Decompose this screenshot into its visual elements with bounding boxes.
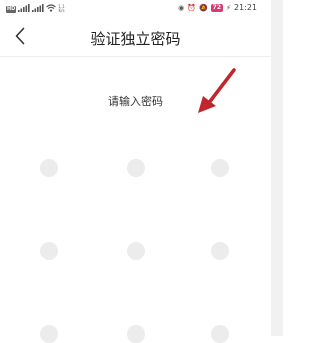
page-title: 验证独立密码 [90,30,181,48]
back-button[interactable] [8,26,32,50]
keypad-dot-2[interactable] [127,159,145,177]
hd-badge: HD [6,5,17,13]
keypad-dot-4[interactable] [40,242,58,260]
keypad-dot-8[interactable] [127,325,145,343]
status-bar: HD 1.1 K/s ◉ ⏰ 🔕 72 ⚡ 21:21 [0,0,271,18]
chevron-left-icon [14,27,26,49]
keypad-dot-6[interactable] [211,242,229,260]
signal-icon-2 [32,4,44,14]
keypad-dot-5[interactable] [127,242,145,260]
keypad-dot-7[interactable] [40,325,58,343]
annotation-arrow [198,68,236,113]
net-speed: 1.1 K/s [58,4,65,13]
keypad-dot-9[interactable] [211,325,229,343]
keypad-dot-3[interactable] [211,159,229,177]
charging-icon: ⚡ [226,3,231,12]
battery-indicator: 72 [210,3,224,12]
wifi-icon [46,4,57,14]
signal-icon [18,4,30,14]
mute-icon: 🔕 [198,3,208,12]
alarm-icon: ⏰ [187,3,196,12]
navigation-bar: 验证独立密码 [0,18,271,57]
scrollbar-track [271,0,283,336]
keypad-dot-1[interactable] [40,159,58,177]
eye-icon: ◉ [178,3,185,12]
clock: 21:21 [233,3,257,12]
